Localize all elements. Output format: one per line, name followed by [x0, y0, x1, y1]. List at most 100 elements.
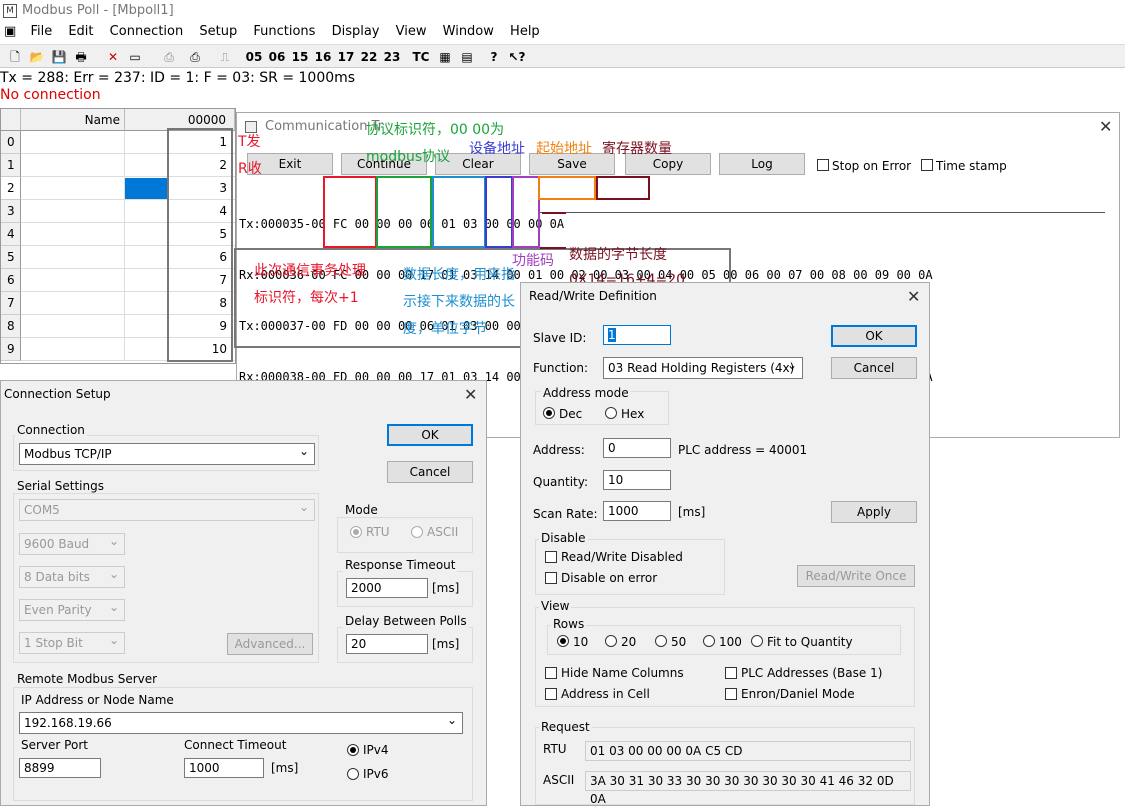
chart-icon[interactable]: ▤	[458, 48, 476, 66]
close-icon[interactable]: ✕	[464, 385, 477, 404]
connect-timeout-input[interactable]: 1000	[184, 758, 264, 778]
parity-select[interactable]: Even Parity	[19, 597, 125, 621]
fc-16-button[interactable]: 16	[313, 48, 333, 66]
row-number[interactable]: 7	[1, 292, 21, 315]
rows-10-radio[interactable]	[557, 635, 569, 647]
name-cell[interactable]	[21, 269, 125, 292]
row-number[interactable]: 0	[1, 131, 21, 154]
plc-addresses-checkbox[interactable]	[725, 667, 737, 679]
row-number[interactable]: 3	[1, 200, 21, 223]
context-help-icon[interactable]: ↖?	[508, 48, 526, 66]
name-cell[interactable]	[21, 315, 125, 338]
fc-22-button[interactable]: 22	[359, 48, 379, 66]
ok-button[interactable]: OK	[831, 325, 917, 347]
menu-setup[interactable]: Setup	[193, 22, 243, 39]
function-select[interactable]: 03 Read Holding Registers (4x)	[603, 355, 803, 379]
connection-select[interactable]: Modbus TCP/IP	[19, 441, 315, 465]
slave-id-input[interactable]: 1	[603, 325, 671, 345]
row-number[interactable]: 8	[1, 315, 21, 338]
name-column-header[interactable]: Name	[21, 109, 125, 131]
disable-on-error-checkbox[interactable]	[545, 572, 557, 584]
name-cell[interactable]	[21, 292, 125, 315]
ipv6-radio[interactable]	[347, 768, 359, 780]
system-menu-icon[interactable]: ▣	[0, 22, 20, 39]
ip-address-input[interactable]: 192.168.19.66	[19, 710, 463, 734]
address-in-cell-checkbox[interactable]	[545, 688, 557, 700]
time-stamp-checkbox[interactable]	[921, 159, 933, 171]
ok-button[interactable]: OK	[387, 424, 473, 446]
dec-radio[interactable]	[543, 407, 555, 419]
delay-input[interactable]: 20	[346, 634, 428, 654]
apply-button[interactable]: Apply	[831, 501, 917, 523]
stop-on-error-checkbox[interactable]	[817, 159, 829, 171]
rows-50-radio[interactable]	[655, 635, 667, 647]
row-number[interactable]: 2	[1, 177, 21, 200]
close-connection-icon[interactable]: ✕	[104, 48, 122, 66]
menu-edit[interactable]: Edit	[62, 22, 99, 39]
help-icon[interactable]: ?	[486, 48, 502, 66]
window-icon[interactable]: ▭	[126, 48, 144, 66]
menu-functions[interactable]: Functions	[247, 22, 321, 39]
name-cell[interactable]	[21, 131, 125, 154]
traffic-icon[interactable]: ▦	[436, 48, 454, 66]
scan-rate-input[interactable]: 1000	[603, 501, 671, 521]
fc-17-button[interactable]: 17	[336, 48, 356, 66]
com-port-select[interactable]: COM5	[19, 497, 315, 521]
name-cell[interactable]	[21, 223, 125, 246]
row-number[interactable]: 1	[1, 154, 21, 177]
quantity-input[interactable]: 10	[603, 470, 671, 490]
rw-once-button[interactable]: Read/Write Once	[797, 565, 915, 587]
tc-button[interactable]: TC	[410, 48, 432, 66]
fc-06-button[interactable]: 06	[267, 48, 287, 66]
rtu-radio[interactable]	[350, 526, 362, 538]
menu-view[interactable]: View	[390, 22, 433, 39]
row-number[interactable]: 4	[1, 223, 21, 246]
stop-bit-select[interactable]: 1 Stop Bit	[19, 630, 125, 654]
cancel-button[interactable]: Cancel	[387, 461, 473, 483]
row-number[interactable]: 5	[1, 246, 21, 269]
row-number[interactable]: 6	[1, 269, 21, 292]
name-cell[interactable]	[21, 177, 125, 200]
advanced-button[interactable]: Advanced...	[227, 633, 313, 655]
log-button[interactable]: Log	[719, 153, 805, 175]
address-input[interactable]: 0	[603, 438, 671, 458]
menu-display[interactable]: Display	[326, 22, 386, 39]
printer-icon[interactable]: ⎙	[186, 48, 204, 66]
pulse-icon[interactable]: ⎍	[216, 48, 234, 66]
name-cell[interactable]	[21, 338, 125, 361]
response-timeout-input[interactable]: 2000	[346, 578, 428, 598]
rows-100-radio[interactable]	[703, 635, 715, 647]
menu-connection[interactable]: Connection	[104, 22, 190, 39]
data-bits-select[interactable]: 8 Data bits	[19, 564, 125, 588]
rw-disabled-checkbox[interactable]	[545, 551, 557, 563]
new-file-icon[interactable]: 🗋	[6, 48, 24, 66]
read-icon[interactable]: ⎙	[160, 48, 178, 66]
name-cell[interactable]	[21, 200, 125, 223]
close-icon[interactable]: ✕	[1099, 117, 1112, 136]
ascii-radio[interactable]	[411, 526, 423, 538]
fc-05-button[interactable]: 05	[244, 48, 264, 66]
open-folder-icon[interactable]: 📂	[28, 48, 46, 66]
rows-20-radio[interactable]	[605, 635, 617, 647]
close-icon[interactable]: ✕	[907, 287, 920, 306]
ascii-request-field[interactable]: 3A 30 31 30 33 30 30 30 30 30 30 30 41 4…	[585, 771, 911, 806]
enron-checkbox[interactable]	[725, 688, 737, 700]
row-number[interactable]: 9	[1, 338, 21, 361]
rtu-request-field[interactable]: 01 03 00 00 00 0A C5 CD	[585, 741, 911, 761]
menu-help[interactable]: Help	[504, 22, 546, 39]
name-cell[interactable]	[21, 154, 125, 177]
server-port-input[interactable]: 8899	[19, 758, 101, 778]
cancel-button[interactable]: Cancel	[831, 357, 917, 379]
save-icon[interactable]: 💾	[50, 48, 68, 66]
fit-quantity-radio[interactable]	[751, 635, 763, 647]
baud-select[interactable]: 9600 Baud	[19, 531, 125, 555]
print-icon[interactable]: 🖶	[72, 48, 90, 66]
fc-15-button[interactable]: 15	[290, 48, 310, 66]
hex-radio[interactable]	[605, 407, 617, 419]
menu-file[interactable]: File	[24, 22, 58, 39]
name-cell[interactable]	[21, 246, 125, 269]
menu-window[interactable]: Window	[437, 22, 500, 39]
ipv4-radio[interactable]	[347, 744, 359, 756]
hide-names-checkbox[interactable]	[545, 667, 557, 679]
fc-23-button[interactable]: 23	[382, 48, 402, 66]
